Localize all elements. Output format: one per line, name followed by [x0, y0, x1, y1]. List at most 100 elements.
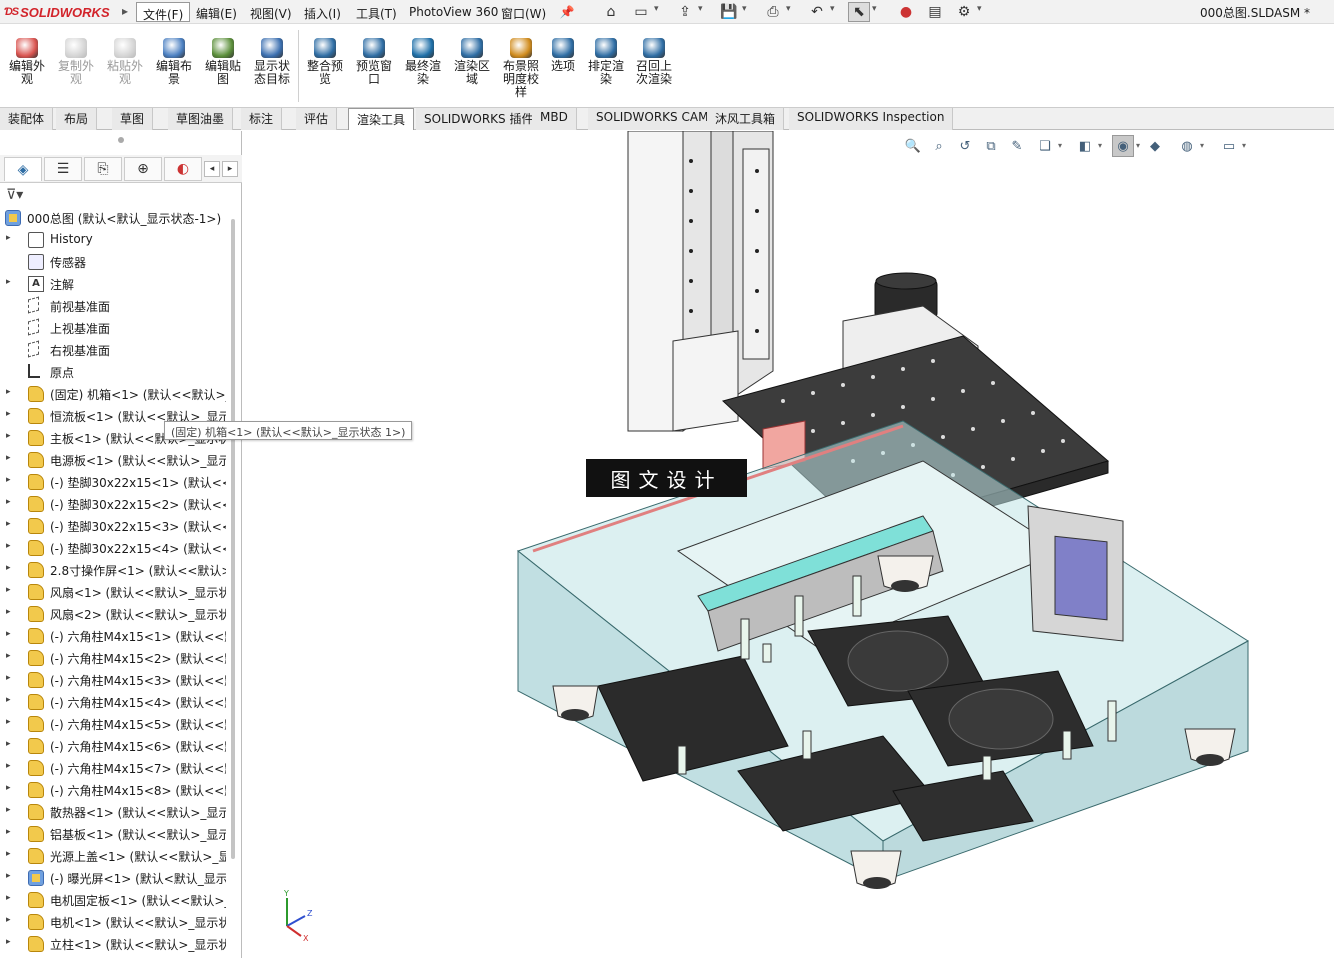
menu-item[interactable]: 窗口(W)	[495, 2, 552, 22]
expand-arrow-icon[interactable]: ▸	[6, 541, 11, 551]
rebuild-icon[interactable]: ●	[895, 2, 917, 22]
tree-item[interactable]: 前视基准面	[0, 295, 232, 317]
ribbon-button[interactable]: 粘贴外观	[102, 38, 148, 86]
new-document-icon[interactable]: ▭	[630, 2, 652, 22]
command-tab[interactable]: 装配体	[0, 108, 54, 130]
tree-item[interactable]: ▸ (-) 垫脚30x22x15<2> (默认<<默	[0, 493, 232, 515]
tree-item[interactable]: ▸ 散热器<1> (默认<<默认>_显示	[0, 801, 232, 823]
dropdown-arrow-icon[interactable]: ▾	[786, 4, 791, 14]
ribbon-button[interactable]: 最终渲染	[400, 38, 446, 86]
menu-expand-arrow-icon[interactable]: ▸	[122, 4, 128, 18]
filter-icon[interactable]: ⊽▾	[6, 187, 23, 203]
command-tab[interactable]: 渲染工具	[348, 108, 415, 130]
tree-item[interactable]: ▸ 光源上盖<1> (默认<<默认>_显	[0, 845, 232, 867]
dropdown-arrow-icon[interactable]: ▾	[654, 4, 659, 14]
ribbon-button[interactable]: 编辑外观	[4, 38, 50, 86]
command-tab[interactable]: 草图油墨	[168, 108, 234, 130]
dropdown-arrow-icon[interactable]: ▾	[977, 4, 982, 14]
dropdown-arrow-icon[interactable]: ▾	[698, 4, 703, 14]
dropdown-arrow-icon[interactable]: ▾	[830, 4, 835, 14]
dimxpert-icon[interactable]: ⊕	[124, 157, 162, 181]
ribbon-button[interactable]: 布景照 明度校样	[498, 38, 544, 99]
ribbon-button[interactable]: 预览窗口	[351, 38, 397, 86]
tree-item[interactable]: ▸ 风扇<2> (默认<<默认>_显示状	[0, 603, 232, 625]
graphics-area[interactable]: 🔍 ⌕ ↺ ⧉ ✎ ❑ ▾ ◧ ▾ ◉ ▾ ◆ ◍ ▾ ▭ ▾ 图文设计 Y Z…	[243, 131, 1334, 958]
ribbon-button[interactable]: 编辑贴图	[200, 38, 246, 86]
expand-arrow-icon[interactable]: ▸	[6, 915, 11, 925]
tree-item[interactable]: ▸ A 注解	[0, 273, 232, 295]
expand-arrow-icon[interactable]: ▸	[6, 431, 11, 441]
expand-arrow-icon[interactable]: ▸	[6, 805, 11, 815]
expand-arrow-icon[interactable]: ▸	[6, 673, 11, 683]
tree-item[interactable]: 右视基准面	[0, 339, 232, 361]
tree-item[interactable]: ▸ 电机<1> (默认<<默认>_显示状	[0, 911, 232, 933]
ribbon-button[interactable]: 整合预览	[302, 38, 348, 86]
expand-arrow-icon[interactable]: ▸	[6, 387, 11, 397]
dropdown-arrow-icon[interactable]: ▾	[872, 4, 877, 14]
ribbon-button[interactable]: 召回上 次渲染	[631, 38, 677, 86]
pin-icon[interactable]: 📌	[556, 2, 578, 22]
expand-arrow-icon[interactable]: ▸	[6, 739, 11, 749]
tree-item[interactable]: ▸ (-) 六角柱M4x15<2> (默认<<默	[0, 647, 232, 669]
menu-item[interactable]: 视图(V)	[244, 2, 298, 22]
expand-arrow-icon[interactable]: ▸	[6, 607, 11, 617]
expand-arrow-icon[interactable]: ▸	[6, 497, 11, 507]
command-tab[interactable]: SOLIDWORKS Inspection	[789, 108, 954, 130]
expand-arrow-icon[interactable]: ▸	[6, 563, 11, 573]
open-icon[interactable]: ⇪	[674, 2, 696, 22]
file-properties-icon[interactable]: ▤	[924, 2, 946, 22]
undo-icon[interactable]: ↶	[806, 2, 828, 22]
expand-arrow-icon[interactable]: ▸	[6, 717, 11, 727]
panel-grip[interactable]	[118, 137, 124, 143]
expand-arrow-icon[interactable]: ▸	[6, 585, 11, 595]
ribbon-button[interactable]: 渲染区域	[449, 38, 495, 86]
tree-item[interactable]: ▸ (-) 六角柱M4x15<6> (默认<<默	[0, 735, 232, 757]
command-tab[interactable]: MBD	[532, 108, 577, 130]
expand-arrow-icon[interactable]: ▸	[6, 651, 11, 661]
tabs-scroll-left-icon[interactable]: ◂	[204, 161, 220, 177]
expand-arrow-icon[interactable]: ▸	[6, 827, 11, 837]
tree-item[interactable]: ▸ 风扇<1> (默认<<默认>_显示状	[0, 581, 232, 603]
command-tab[interactable]: 布局	[56, 108, 98, 130]
display-manager-icon[interactable]: ◐	[164, 157, 202, 181]
expand-arrow-icon[interactable]: ▸	[6, 695, 11, 705]
select-icon[interactable]: ⬉	[848, 2, 870, 22]
command-tab[interactable]: 标注	[241, 108, 283, 130]
tree-item[interactable]: ▸ (-) 六角柱M4x15<4> (默认<<默	[0, 691, 232, 713]
menu-item[interactable]: 工具(T)	[350, 2, 403, 22]
tree-item[interactable]: ▸ History	[0, 229, 232, 251]
command-tab[interactable]: 草图	[112, 108, 154, 130]
tabs-scroll-right-icon[interactable]: ▸	[222, 161, 238, 177]
tree-item[interactable]: ▸ (-) 垫脚30x22x15<4> (默认<<默	[0, 537, 232, 559]
print-icon[interactable]: ⎙	[762, 2, 784, 22]
tree-item[interactable]: ▸ 立柱<1> (默认<<默认>_显示状	[0, 933, 232, 955]
expand-arrow-icon[interactable]: ▸	[6, 871, 11, 881]
tree-item[interactable]: ▸ 电源板<1> (默认<<默认>_显示	[0, 449, 232, 471]
expand-arrow-icon[interactable]: ▸	[6, 277, 11, 287]
ribbon-button[interactable]: 显示状 态目标	[249, 38, 295, 86]
tree-item[interactable]: ▸ (-) 六角柱M4x15<1> (默认<<默	[0, 625, 232, 647]
expand-arrow-icon[interactable]: ▸	[6, 761, 11, 771]
expand-arrow-icon[interactable]: ▸	[6, 937, 11, 947]
expand-arrow-icon[interactable]: ▸	[6, 783, 11, 793]
ribbon-button[interactable]: 选项	[540, 38, 586, 73]
menu-item[interactable]: 插入(I)	[298, 2, 347, 22]
tree-item[interactable]: ▸ (-) 垫脚30x22x15<3> (默认<<默	[0, 515, 232, 537]
tree-item[interactable]: ▸ (-) 垫脚30x22x15<1> (默认<<默	[0, 471, 232, 493]
ribbon-button[interactable]: 复制外观	[53, 38, 99, 86]
tree-item[interactable]: ▸ (-) 六角柱M4x15<8> (默认<<默	[0, 779, 232, 801]
dropdown-arrow-icon[interactable]: ▾	[742, 4, 747, 14]
menu-item[interactable]: 文件(F)	[136, 2, 191, 22]
options-icon[interactable]: ⚙	[953, 2, 975, 22]
command-tab[interactable]: SOLIDWORKS 插件	[416, 108, 543, 130]
menu-item[interactable]: 编辑(E)	[190, 2, 243, 22]
tree-item[interactable]: ▸ 2.8寸操作屏<1> (默认<<默认>_	[0, 559, 232, 581]
ribbon-button[interactable]: 排定渲染	[583, 38, 629, 86]
expand-arrow-icon[interactable]: ▸	[6, 233, 11, 243]
expand-arrow-icon[interactable]: ▸	[6, 409, 11, 419]
expand-arrow-icon[interactable]: ▸	[6, 453, 11, 463]
tree-root[interactable]: 000总图 (默认<默认_显示状态-1>)	[0, 207, 232, 229]
tree-item[interactable]: ▸ (-) 六角柱M4x15<5> (默认<<默	[0, 713, 232, 735]
tree-item[interactable]: ▸ (-) 六角柱M4x15<7> (默认<<默	[0, 757, 232, 779]
tree-item[interactable]: 传感器	[0, 251, 232, 273]
